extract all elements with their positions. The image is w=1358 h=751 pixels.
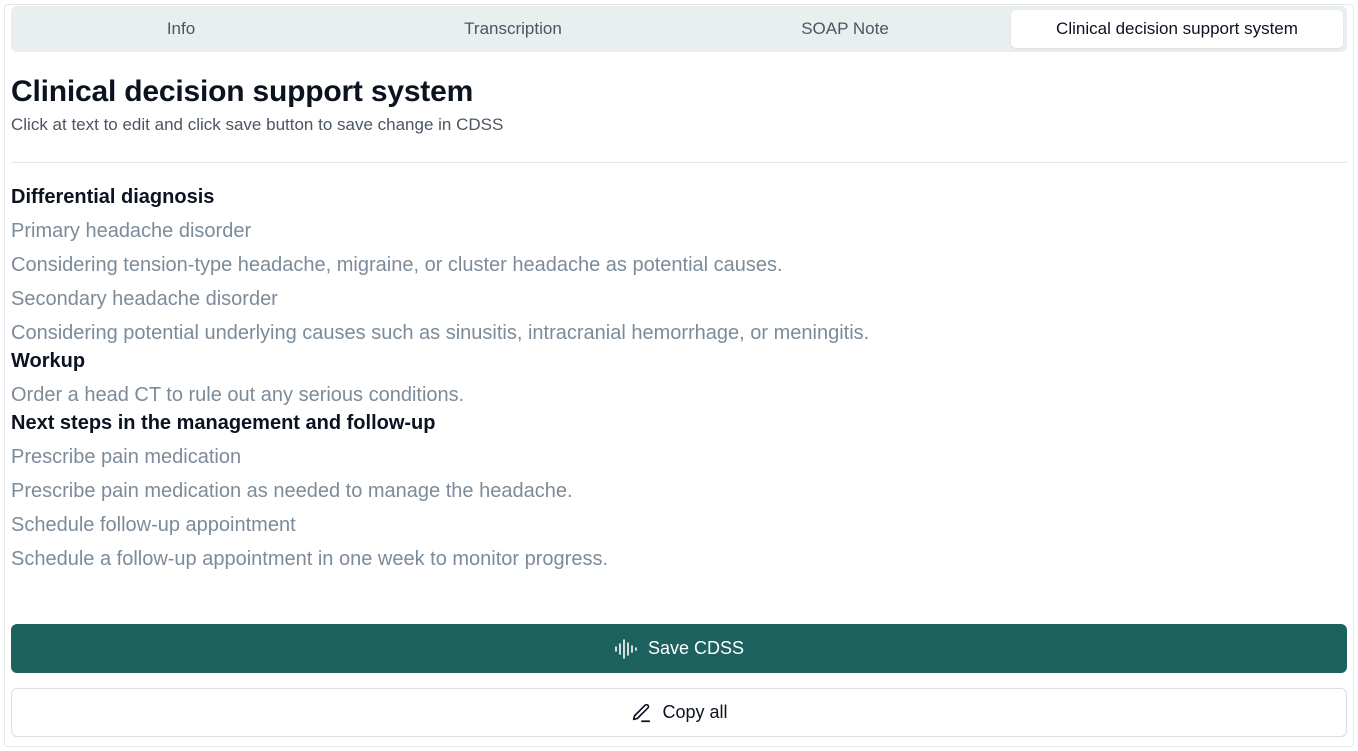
section-differential-diagnosis: Differential diagnosis Primary headache … bbox=[11, 185, 1347, 345]
page-subtitle: Click at text to edit and click save but… bbox=[11, 115, 504, 134]
section-title: Workup bbox=[11, 350, 86, 372]
copy-all-button[interactable]: Copy all bbox=[11, 688, 1347, 737]
editable-item[interactable]: Prescribe pain medication bbox=[11, 445, 1347, 469]
tab-info[interactable]: Info bbox=[15, 10, 347, 48]
section-next-steps: Next steps in the management and follow-… bbox=[11, 411, 1347, 571]
editable-item[interactable]: Considering potential underlying causes … bbox=[11, 321, 1347, 345]
tab-transcription[interactable]: Transcription bbox=[347, 10, 679, 48]
save-cdss-label: Save CDSS bbox=[647, 638, 745, 658]
audio-waveform-icon bbox=[614, 638, 638, 660]
copy-all-label: Copy all bbox=[662, 702, 728, 722]
editable-item[interactable]: Primary headache disorder bbox=[11, 219, 1347, 243]
cdss-panel: Clinical decision support system Click a… bbox=[11, 72, 1347, 571]
editable-item[interactable]: Order a head CT to rule out any serious … bbox=[11, 383, 1347, 407]
section-title: Differential diagnosis bbox=[11, 186, 215, 208]
page-title: Clinical decision support system bbox=[11, 75, 474, 108]
divider bbox=[11, 162, 1347, 163]
save-cdss-button[interactable]: Save CDSS bbox=[11, 624, 1347, 673]
editable-item[interactable]: Prescribe pain medication as needed to m… bbox=[11, 479, 1347, 503]
pen-icon bbox=[630, 702, 652, 724]
section-workup: Workup Order a head CT to rule out any s… bbox=[11, 349, 1347, 407]
tab-bar: Info Transcription SOAP Note Clinical de… bbox=[11, 6, 1347, 52]
editable-item[interactable]: Schedule a follow-up appointment in one … bbox=[11, 547, 1347, 571]
tab-clinical-decision-support[interactable]: Clinical decision support system bbox=[1011, 10, 1343, 48]
tab-soap-note[interactable]: SOAP Note bbox=[679, 10, 1011, 48]
editable-item[interactable]: Secondary headache disorder bbox=[11, 287, 1347, 311]
section-title: Next steps in the management and follow-… bbox=[11, 412, 436, 434]
editable-item[interactable]: Considering tension-type headache, migra… bbox=[11, 253, 1347, 277]
editable-item[interactable]: Schedule follow-up appointment bbox=[11, 513, 1347, 537]
